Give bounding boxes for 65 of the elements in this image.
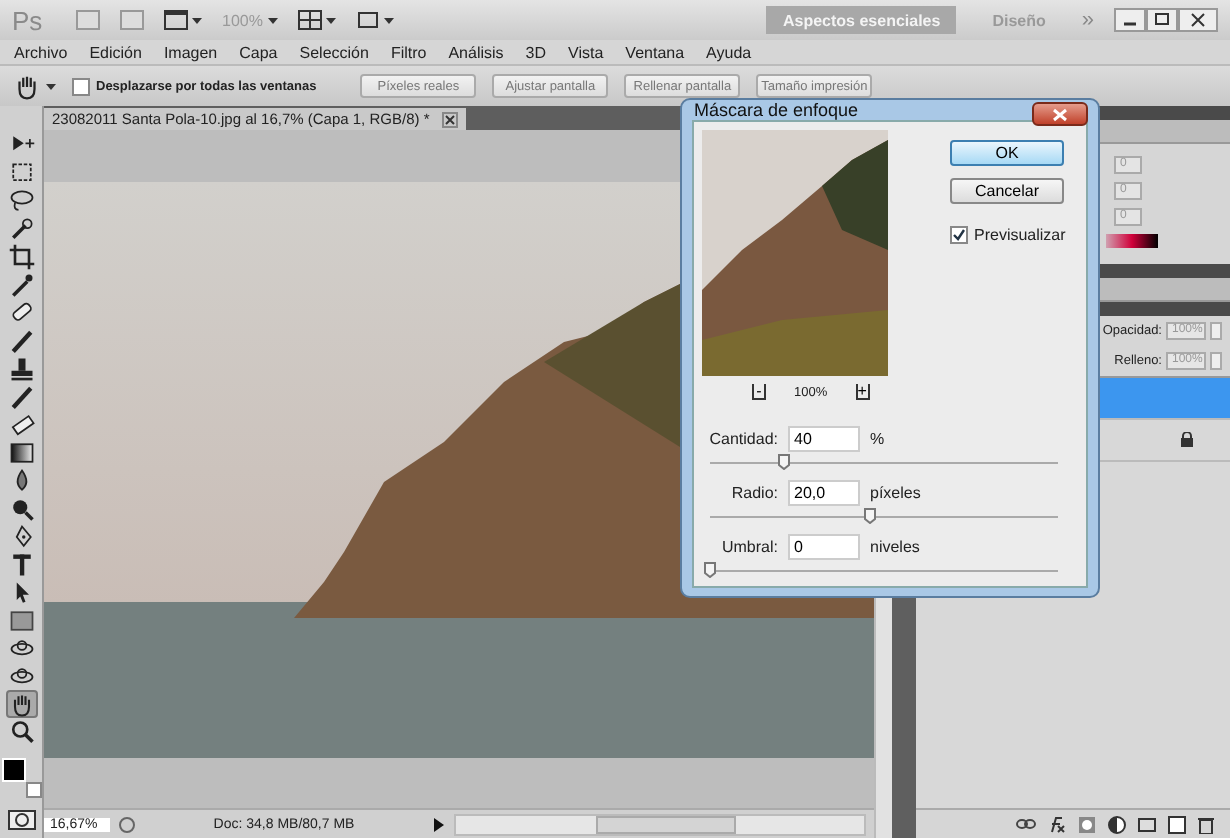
horizontal-scrollbar[interactable] (454, 813, 866, 835)
caret-icon[interactable] (46, 83, 56, 89)
crop-tool-icon[interactable] (5, 242, 37, 270)
close-icon[interactable] (1178, 8, 1218, 32)
dialog-button[interactable]: OK (950, 140, 1064, 166)
trash-icon[interactable] (1198, 815, 1214, 833)
menu-item[interactable]: Edición (83, 43, 158, 61)
close-icon[interactable] (441, 111, 458, 127)
caret-icon[interactable] (384, 17, 395, 23)
folder-icon[interactable] (1138, 816, 1156, 832)
slider-thumb[interactable] (777, 454, 790, 470)
app-logo: Ps (12, 5, 45, 35)
field-label: Radio: (729, 484, 778, 502)
color-ramp[interactable] (1106, 234, 1158, 248)
close-dialog-button[interactable] (1032, 102, 1088, 126)
background-color-swatch[interactable] (25, 782, 41, 798)
fx-icon[interactable] (1048, 815, 1066, 833)
clock-icon (118, 815, 136, 833)
unit-label: % (870, 430, 885, 448)
dialog-title: Máscara de enfoque (694, 100, 859, 120)
menu-item[interactable]: Selección (293, 43, 385, 61)
hand-tool-icon[interactable] (5, 690, 37, 718)
minimize-icon[interactable] (1114, 8, 1146, 32)
quick-mask-icon[interactable] (7, 810, 35, 830)
dialog-button[interactable]: Cancelar (950, 178, 1064, 204)
caret-icon[interactable] (268, 17, 279, 23)
new-layer-icon[interactable] (1168, 815, 1186, 833)
menu-item[interactable]: Ventana (619, 43, 701, 61)
adjustment-icon[interactable] (1108, 815, 1126, 833)
field-label: Cantidad: (707, 430, 778, 448)
lasso-tool-icon[interactable] (5, 186, 37, 214)
restore-icon[interactable] (1146, 8, 1178, 32)
menu-item[interactable]: Capa (233, 43, 294, 61)
menu-item[interactable]: Filtro (384, 43, 443, 61)
menu-item[interactable]: Ayuda (700, 43, 768, 61)
arrange-icon[interactable] (298, 10, 323, 30)
scroll-all-checkbox[interactable] (72, 77, 90, 95)
value-field[interactable]: 0 (788, 534, 860, 560)
unit-label: píxeles (870, 484, 921, 502)
menu-item[interactable]: Análisis (442, 43, 520, 61)
menu-item[interactable]: Imagen (157, 43, 234, 61)
menu-item[interactable]: Archivo (8, 43, 84, 61)
hand-icon[interactable] (12, 71, 42, 101)
preview-checkbox[interactable] (950, 226, 968, 244)
field-label: Umbral: (719, 538, 778, 556)
caret-icon[interactable] (326, 17, 337, 23)
zoom-out-button[interactable]: - (752, 384, 766, 400)
play-icon[interactable] (432, 815, 446, 833)
zoom-in-button[interactable]: + (855, 384, 870, 400)
menu-item[interactable]: 3D (519, 43, 563, 61)
link-icon[interactable] (1016, 816, 1036, 832)
slider-track[interactable] (710, 454, 1058, 472)
slider-track[interactable] (710, 508, 1058, 526)
gradient-tool-icon[interactable] (5, 438, 37, 466)
slider-track[interactable] (710, 562, 1058, 580)
menu-item[interactable]: Vista (562, 43, 620, 61)
checkbox-label: Previsualizar (974, 226, 1066, 244)
slider-thumb[interactable] (704, 562, 716, 578)
foreground-color-swatch[interactable] (1, 758, 25, 782)
caret-icon[interactable] (192, 17, 202, 23)
mask-icon[interactable] (1078, 815, 1096, 833)
unit-label: niveles (870, 538, 920, 556)
value-field[interactable]: 20,0 (788, 480, 860, 506)
rect-tool-icon[interactable] (5, 606, 37, 634)
value-field[interactable]: 40 (788, 426, 860, 452)
